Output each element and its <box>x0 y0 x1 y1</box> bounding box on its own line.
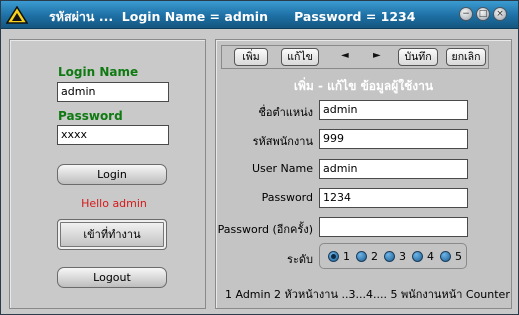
position-label: ชื่อตำแหน่ง <box>258 106 313 119</box>
next-record-icon[interactable]: ► <box>373 50 381 61</box>
level-radio-2[interactable] <box>356 251 367 262</box>
level-radio-1[interactable] <box>328 251 339 262</box>
position-input[interactable]: admin <box>319 100 468 120</box>
level-radio-4[interactable] <box>412 251 423 262</box>
logout-button[interactable]: Logout <box>57 267 167 288</box>
login-button[interactable]: Login <box>57 164 167 185</box>
level-radio-5[interactable] <box>440 251 451 262</box>
edit-button[interactable]: แก้ไข <box>281 48 319 66</box>
password-edit-input[interactable]: 1234 <box>319 188 468 208</box>
level-legend-text: 1 Admin 2 หัวหน้างาน ..3...4.... 5 พนักง… <box>225 288 510 301</box>
record-toolbar: เพิ่ม แก้ไข ◄ ► บันทึก ยกเลิก <box>221 45 489 69</box>
level-option-label: 5 <box>455 250 462 263</box>
restore-icon[interactable]: □ <box>476 7 490 21</box>
password-edit-label: Password <box>261 191 313 204</box>
form-heading: เพิ่ม - แก้ไข ข้อมูลผู้ใช้งาน <box>293 79 434 93</box>
add-button[interactable]: เพิ่ม <box>234 48 268 66</box>
cancel-button[interactable]: ยกเลิก <box>446 48 486 66</box>
username-input[interactable]: admin <box>319 159 468 179</box>
employee-code-label: รหัสพนักงาน <box>252 135 313 148</box>
employee-code-input[interactable]: 999 <box>319 129 468 149</box>
window-title: รหัสผ่าน ... Login Name = admin Password… <box>49 9 416 24</box>
app-logo-icon <box>6 6 28 24</box>
level-option-label: 2 <box>371 250 378 263</box>
close-icon[interactable]: × <box>493 7 507 21</box>
level-radio-group: 1 2 3 4 5 <box>319 243 467 269</box>
minimize-icon[interactable]: − <box>459 7 473 21</box>
password-confirm-input[interactable] <box>319 217 468 237</box>
password-input[interactable]: xxxx <box>57 125 169 145</box>
app-window: รหัสผ่าน ... Login Name = admin Password… <box>0 0 519 315</box>
title-bar[interactable]: รหัสผ่าน ... Login Name = admin Password… <box>1 1 518 29</box>
level-radio-3[interactable] <box>384 251 395 262</box>
level-option-label: 3 <box>399 250 406 263</box>
previous-record-icon[interactable]: ◄ <box>341 50 349 61</box>
password-label: Password <box>58 109 123 123</box>
hello-text: Hello admin <box>81 197 147 210</box>
level-option-label: 1 <box>343 250 350 263</box>
level-label: ระดับ <box>287 253 313 266</box>
login-name-label: Login Name <box>58 65 139 79</box>
login-name-input[interactable]: admin <box>57 82 169 102</box>
password-confirm-label: Password (อีกครั้ง) <box>217 223 313 236</box>
save-button[interactable]: บันทึก <box>398 48 438 66</box>
level-option-label: 4 <box>427 250 434 263</box>
enter-workplace-button[interactable]: เข้าที่ทำงาน <box>57 219 167 250</box>
username-label: User Name <box>251 162 313 175</box>
